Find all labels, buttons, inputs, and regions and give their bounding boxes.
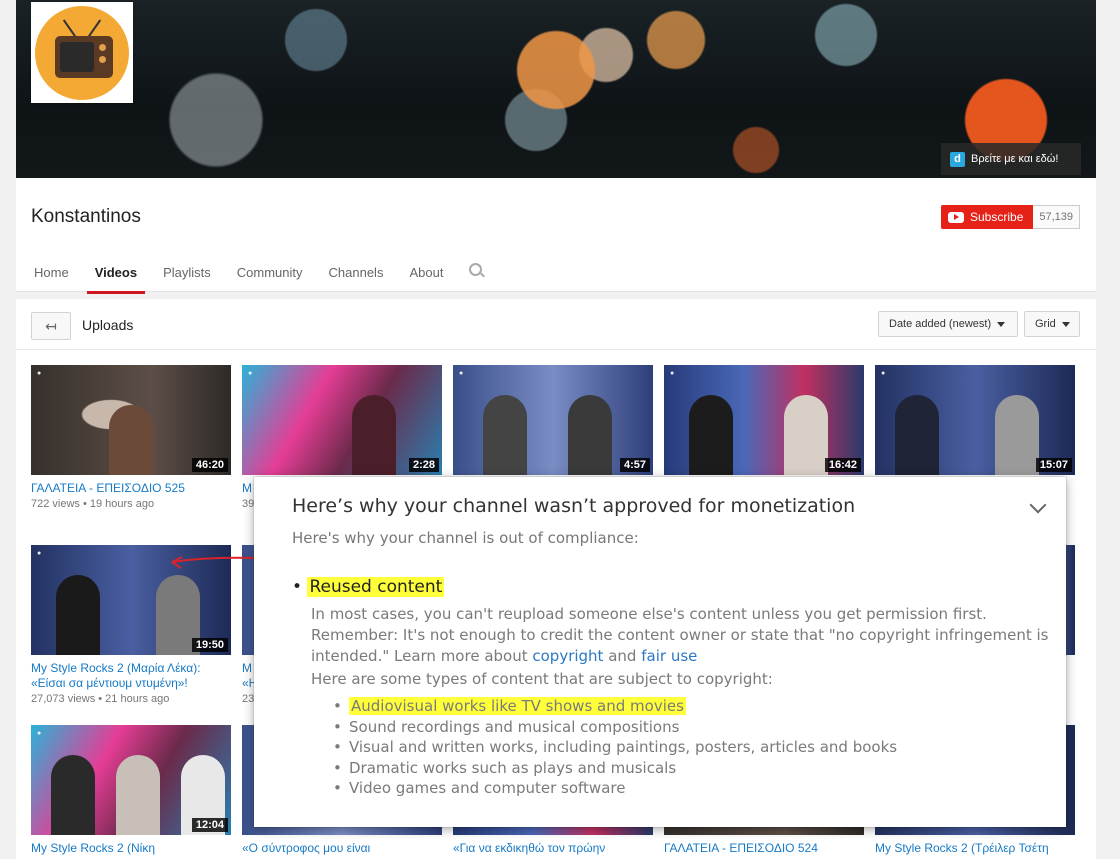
- video-item[interactable]: ● 15:07: [875, 365, 1075, 475]
- channel-avatar[interactable]: [31, 2, 133, 103]
- copyright-link[interactable]: copyright: [532, 647, 603, 665]
- video-duration: 16:42: [824, 458, 861, 472]
- video-duration: 4:57: [619, 458, 650, 472]
- subscribe-button[interactable]: Subscribe: [941, 205, 1034, 229]
- view-label: Grid: [1035, 318, 1056, 330]
- video-item[interactable]: ● 46:20 ΓΑΛΑΤΕΙΑ - ΕΠΕΙΣΟΔΙΟ 525 722 vie…: [31, 365, 231, 510]
- channel-banner: [16, 0, 1096, 178]
- channel-header: Konstantinos Subscribe 57,139 Home Video…: [16, 178, 1096, 294]
- channel-logo-icon: ●: [670, 370, 675, 377]
- dialog-subtitle: Here's why your channel is out of compli…: [292, 529, 639, 547]
- video-duration: 19:50: [191, 638, 228, 652]
- sort-label: Date added (newest): [889, 318, 992, 330]
- dailymotion-icon: d: [950, 151, 965, 167]
- list-item: Visual and written works, including pain…: [333, 737, 897, 758]
- channel-tabs: Home Videos Playlists Community Channels…: [26, 258, 500, 294]
- tab-playlists[interactable]: Playlists: [155, 258, 219, 290]
- chevron-down-icon[interactable]: [1029, 496, 1047, 514]
- back-arrow-icon: ↤: [45, 317, 57, 334]
- reason-item: • Reused content: [292, 577, 445, 597]
- uploads-title: Uploads: [82, 317, 134, 333]
- video-duration: 15:07: [1035, 458, 1072, 472]
- list-item: Video games and computer software: [333, 778, 897, 799]
- copyright-types-list: Audiovisual works like TV shows and movi…: [333, 696, 897, 799]
- video-thumbnail[interactable]: ● 4:57: [453, 365, 653, 475]
- video-meta: 722 views • 19 hours ago: [31, 498, 155, 510]
- caret-down-icon: [1061, 321, 1070, 327]
- video-title[interactable]: «Ο σύντροφος μου είναι: [242, 841, 442, 856]
- reason-label: Reused content: [307, 577, 445, 597]
- video-item[interactable]: ● 16:42: [664, 365, 864, 475]
- video-thumbnail[interactable]: ● 15:07: [875, 365, 1075, 475]
- video-thumbnail[interactable]: ● 12:04: [31, 725, 231, 835]
- youtube-play-icon: [948, 211, 964, 223]
- promo-label: Βρείτε με και εδώ!: [971, 153, 1059, 165]
- channel-logo-icon: ●: [881, 370, 886, 377]
- channel-logo-icon: ●: [37, 730, 42, 737]
- tv-icon: [35, 5, 129, 100]
- video-title[interactable]: «Για να εκδικηθώ τον πρώην: [453, 841, 653, 856]
- video-title[interactable]: My Style Rocks 2 (Μαρία Λέκα):: [31, 661, 231, 676]
- video-duration: 2:28: [408, 458, 439, 472]
- tab-videos[interactable]: Videos: [86, 258, 146, 294]
- tab-community[interactable]: Community: [229, 258, 311, 290]
- list-item: Audiovisual works like TV shows and movi…: [333, 696, 897, 717]
- channel-logo-icon: ●: [248, 370, 253, 377]
- types-intro: Here are some types of content that are …: [311, 670, 773, 688]
- list-item: Sound recordings and musical composition…: [333, 717, 897, 738]
- channel-search-button[interactable]: [461, 258, 490, 290]
- list-item-text: Audiovisual works like TV shows and movi…: [349, 697, 686, 715]
- tab-about[interactable]: About: [401, 258, 451, 290]
- monetization-dialog: Here’s why your channel wasn’t approved …: [254, 477, 1066, 827]
- bullet-icon: •: [292, 577, 303, 597]
- video-item[interactable]: ● 4:57: [453, 365, 653, 475]
- view-dropdown[interactable]: Grid: [1024, 311, 1080, 337]
- divider: [16, 349, 1096, 350]
- subscriber-count: 57,139: [1033, 205, 1081, 229]
- video-duration: 46:20: [191, 458, 228, 472]
- video-thumbnail[interactable]: ● 46:20: [31, 365, 231, 475]
- video-title[interactable]: ΓΑΛΑΤΕΙΑ - ΕΠΕΙΣΟΔΙΟ 524: [664, 841, 864, 856]
- dailymotion-link[interactable]: d Βρείτε με και εδώ!: [941, 143, 1081, 175]
- video-title-line2[interactable]: «Είσαι σα μέντιουμ ντυμένη»!: [31, 676, 231, 691]
- video-title[interactable]: ΓΑΛΑΤΕΙΑ - ΕΠΕΙΣΟΔΙΟ 525: [31, 481, 231, 496]
- tab-home[interactable]: Home: [26, 258, 77, 290]
- and-text: and: [608, 647, 637, 665]
- caret-down-icon: [997, 321, 1006, 327]
- tab-channels[interactable]: Channels: [321, 258, 392, 290]
- video-item[interactable]: ● 12:04 My Style Rocks 2 (Νίκη: [31, 725, 231, 856]
- channel-logo-icon: ●: [459, 370, 464, 377]
- subscribe-label: Subscribe: [970, 210, 1024, 224]
- video-thumbnail[interactable]: ● 2:28: [242, 365, 442, 475]
- list-item: Dramatic works such as plays and musical…: [333, 758, 897, 779]
- fair-use-link[interactable]: fair use: [641, 647, 697, 665]
- channel-title: Konstantinos: [31, 206, 141, 227]
- back-button[interactable]: ↤: [31, 312, 71, 340]
- channel-logo-icon: ●: [37, 370, 42, 377]
- subscribe-widget: Subscribe 57,139: [941, 205, 1081, 229]
- video-thumbnail[interactable]: ● 16:42: [664, 365, 864, 475]
- reason-description: In most cases, you can't reupload someon…: [311, 604, 1061, 667]
- video-title[interactable]: My Style Rocks 2 (Νίκη: [31, 841, 231, 856]
- search-icon: [469, 263, 483, 276]
- video-duration: 12:04: [191, 818, 228, 832]
- sort-dropdown[interactable]: Date added (newest): [878, 311, 1018, 337]
- video-meta: 27,073 views • 21 hours ago: [31, 693, 170, 705]
- video-title[interactable]: My Style Rocks 2 (Τρέιλερ Τσέτη: [875, 841, 1075, 856]
- dialog-title: Here’s why your channel wasn’t approved …: [292, 495, 856, 517]
- channel-logo-icon: ●: [37, 550, 42, 557]
